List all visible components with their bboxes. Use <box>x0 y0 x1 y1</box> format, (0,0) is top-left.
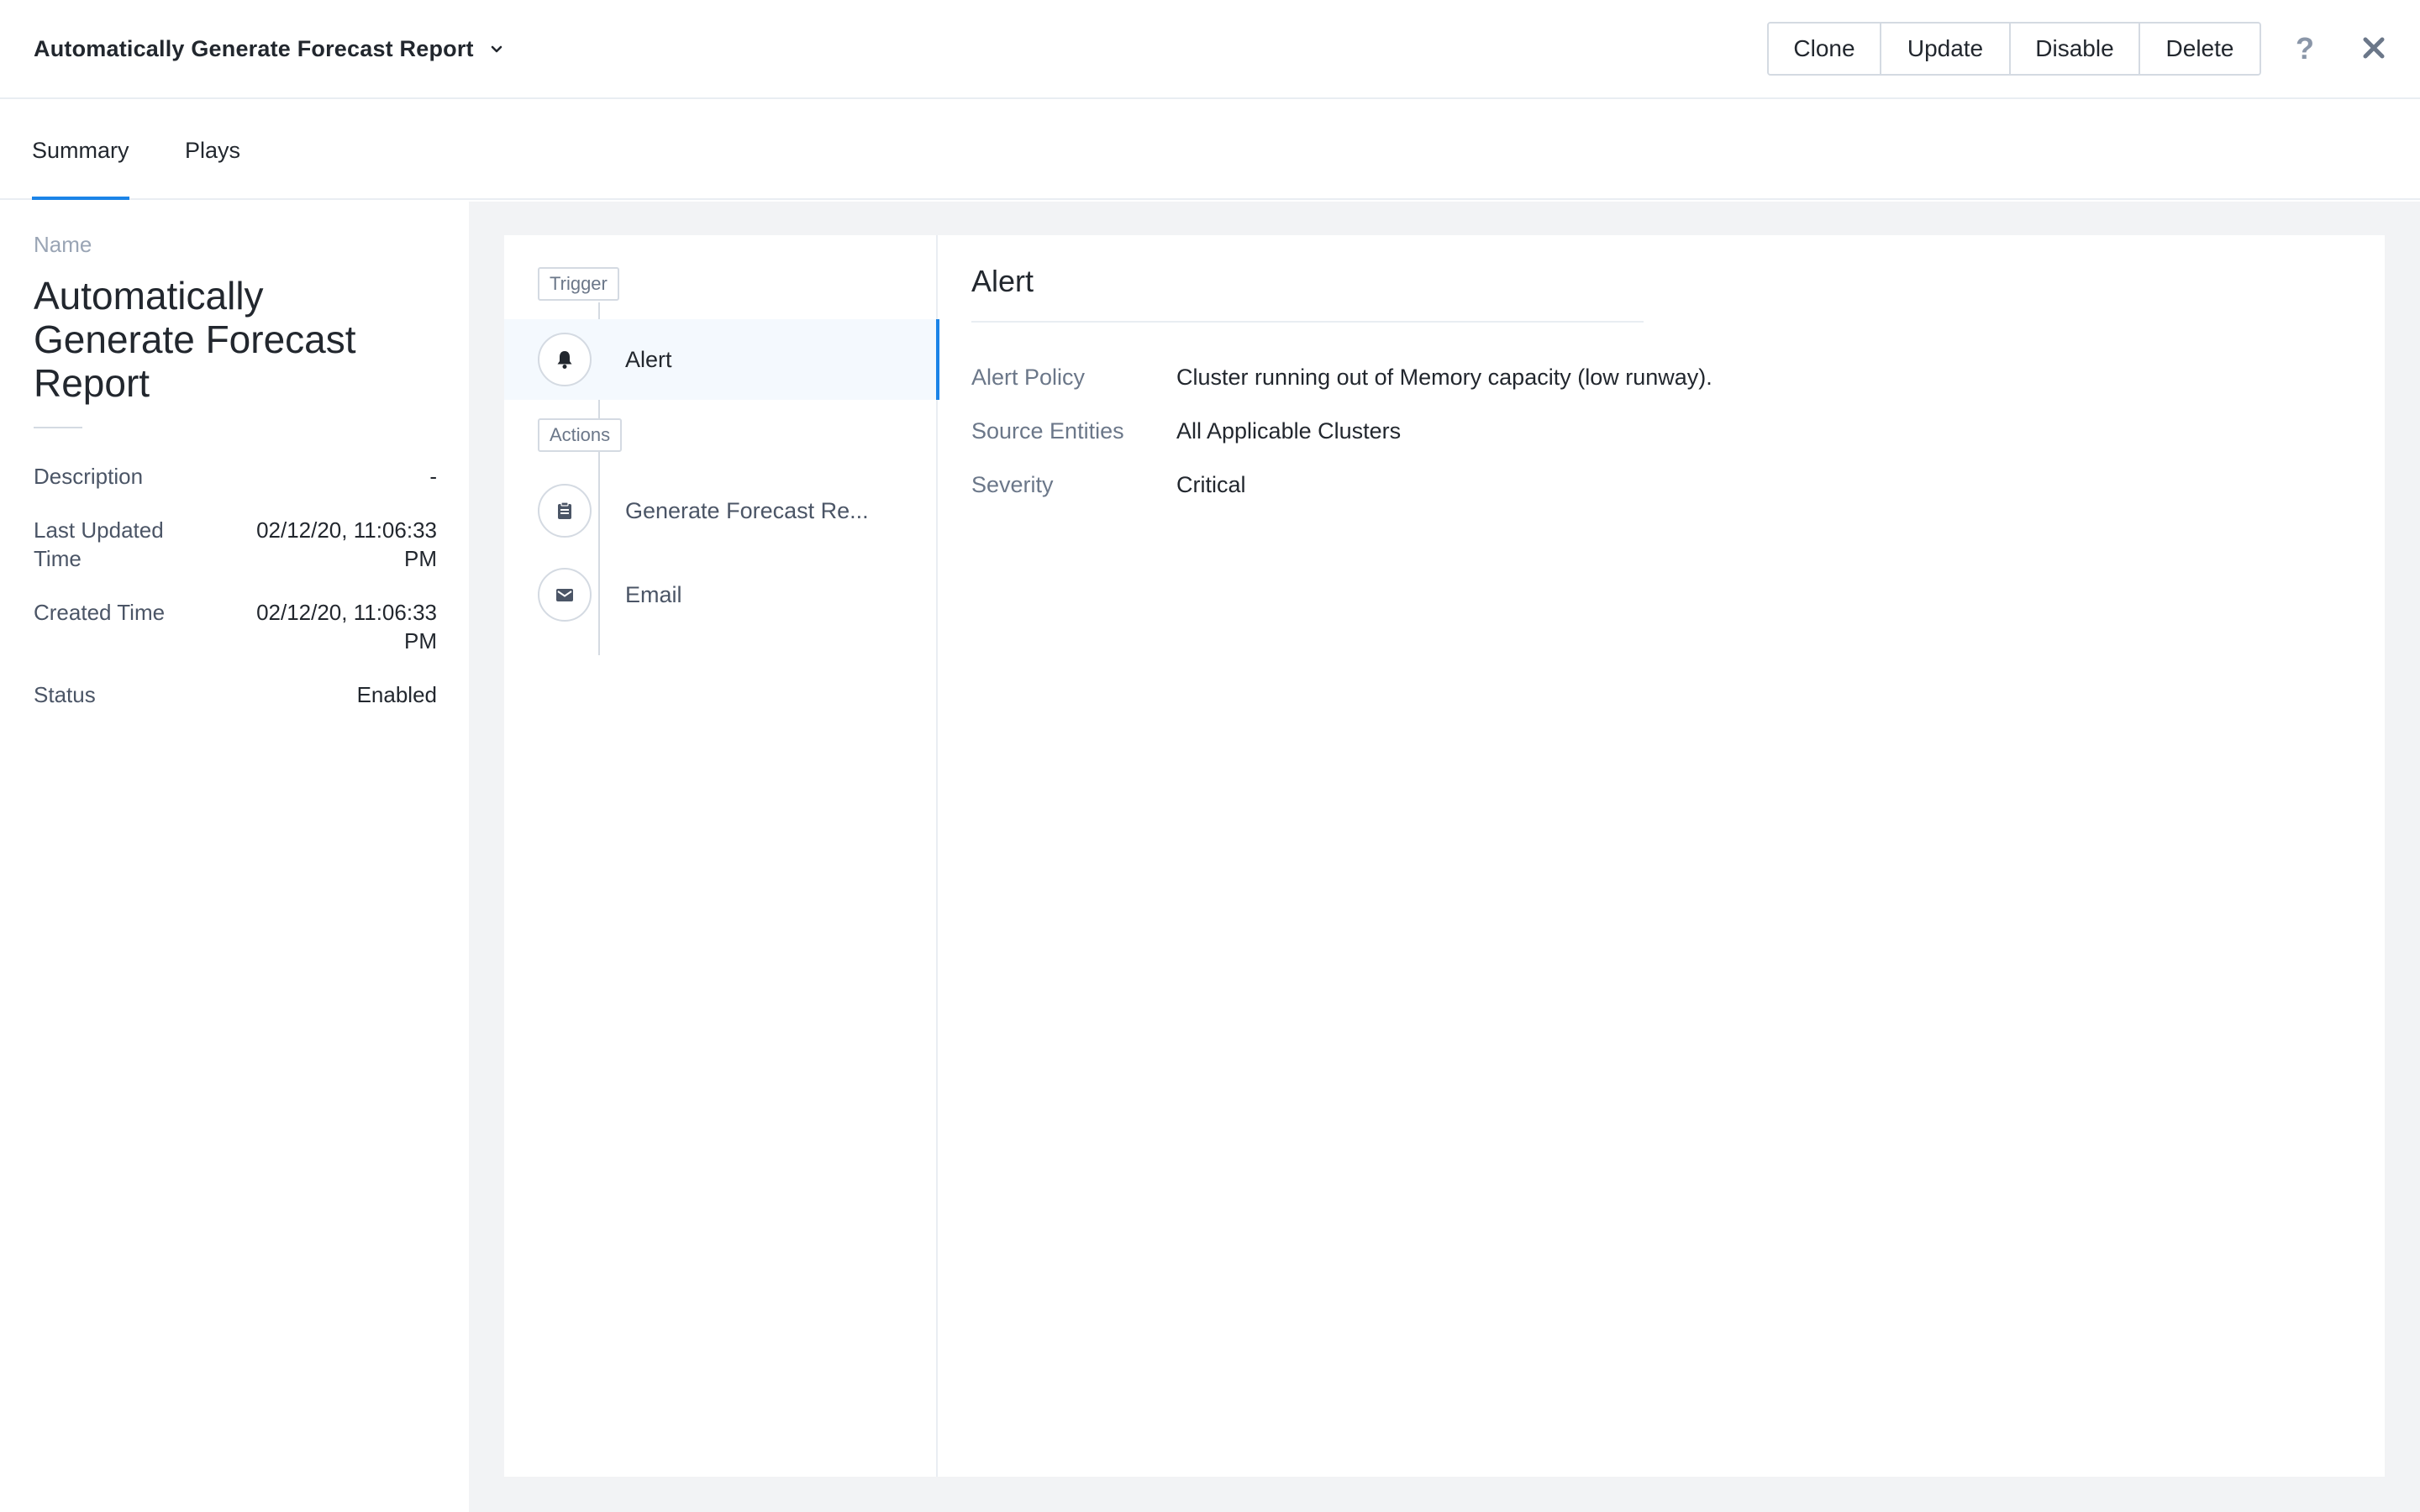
update-button[interactable]: Update <box>1881 24 2011 74</box>
flow-column: Trigger Alert Actions Generate Forecast … <box>504 235 939 1477</box>
detail-column: Alert Alert Policy Cluster running out o… <box>938 235 2385 1477</box>
content-area: Trigger Alert Actions Generate Forecast … <box>469 202 2420 1512</box>
actions-tag: Actions <box>538 418 623 452</box>
tab-plays-label: Plays <box>185 137 241 163</box>
status-value: Enabled <box>356 682 437 707</box>
description-label: Description <box>34 464 144 489</box>
alert-policy-value: Cluster running out of Memory capacity (… <box>1176 365 1712 390</box>
mail-icon <box>538 568 592 622</box>
title-menu[interactable]: Automatically Generate Forecast Report <box>34 30 504 67</box>
help-icon[interactable]: ? <box>2291 25 2319 72</box>
tab-bar: Summary Plays <box>0 101 2420 200</box>
name-divider <box>34 427 82 428</box>
page-title: Automatically Generate Forecast Report <box>34 35 474 61</box>
tab-plays[interactable]: Plays <box>185 101 240 200</box>
bell-icon <box>538 333 592 386</box>
last-updated-value: 02/12/20, 11:06:33 PM <box>256 517 437 571</box>
alert-policy-row: Alert Policy Cluster running out of Memo… <box>971 365 1712 391</box>
name-value: Automatically Generate Forecast Report <box>34 274 356 405</box>
flow-item-generate-report[interactable]: Generate Forecast Re... <box>504 470 938 551</box>
header-bar: Automatically Generate Forecast Report C… <box>0 0 2420 99</box>
last-updated-row: Last Updated Time 02/12/20, 11:06:33 PM <box>34 516 437 573</box>
flow-item-email[interactable]: Email <box>504 554 938 635</box>
delete-button[interactable]: Delete <box>2140 24 2260 74</box>
severity-label: Severity <box>971 472 1054 497</box>
name-label: Name <box>34 232 92 257</box>
tab-summary-label: Summary <box>32 137 129 163</box>
clone-button[interactable]: Clone <box>1769 24 1881 74</box>
source-entities-row: Source Entities All Applicable Clusters <box>971 418 1401 444</box>
severity-row: Severity Critical <box>971 472 1246 498</box>
source-entities-label: Source Entities <box>971 418 1124 444</box>
created-time-label: Created Time <box>34 600 166 625</box>
alert-policy-label: Alert Policy <box>971 365 1086 390</box>
close-icon[interactable] <box>2361 35 2386 60</box>
summary-pane: Name Automatically Generate Forecast Rep… <box>0 202 469 1512</box>
detail-divider <box>971 321 1644 323</box>
action-button-group: Clone Update Disable Delete <box>1767 22 2261 76</box>
status-label: Status <box>34 682 96 707</box>
tab-summary[interactable]: Summary <box>32 101 129 200</box>
flow-item-generate-report-label: Generate Forecast Re... <box>625 497 869 523</box>
flow-item-email-label: Email <box>625 581 682 607</box>
flow-item-alert[interactable]: Alert <box>504 319 939 400</box>
severity-value: Critical <box>1176 472 1246 497</box>
clipboard-icon <box>538 484 592 538</box>
trigger-tag: Trigger <box>538 267 619 301</box>
description-value: - <box>429 464 437 489</box>
chevron-down-icon[interactable] <box>489 41 504 56</box>
created-time-value: 02/12/20, 11:06:33 PM <box>256 600 437 654</box>
last-updated-label: Last Updated Time <box>34 517 164 571</box>
disable-button[interactable]: Disable <box>2011 24 2140 74</box>
created-time-row: Created Time 02/12/20, 11:06:33 PM <box>34 598 437 655</box>
status-row: Status Enabled <box>34 680 437 709</box>
detail-title: Alert <box>971 264 1034 298</box>
flow-item-alert-label: Alert <box>625 346 672 372</box>
source-entities-value: All Applicable Clusters <box>1176 418 1402 444</box>
description-row: Description - <box>34 462 437 491</box>
play-panel: Trigger Alert Actions Generate Forecast … <box>504 235 2385 1477</box>
